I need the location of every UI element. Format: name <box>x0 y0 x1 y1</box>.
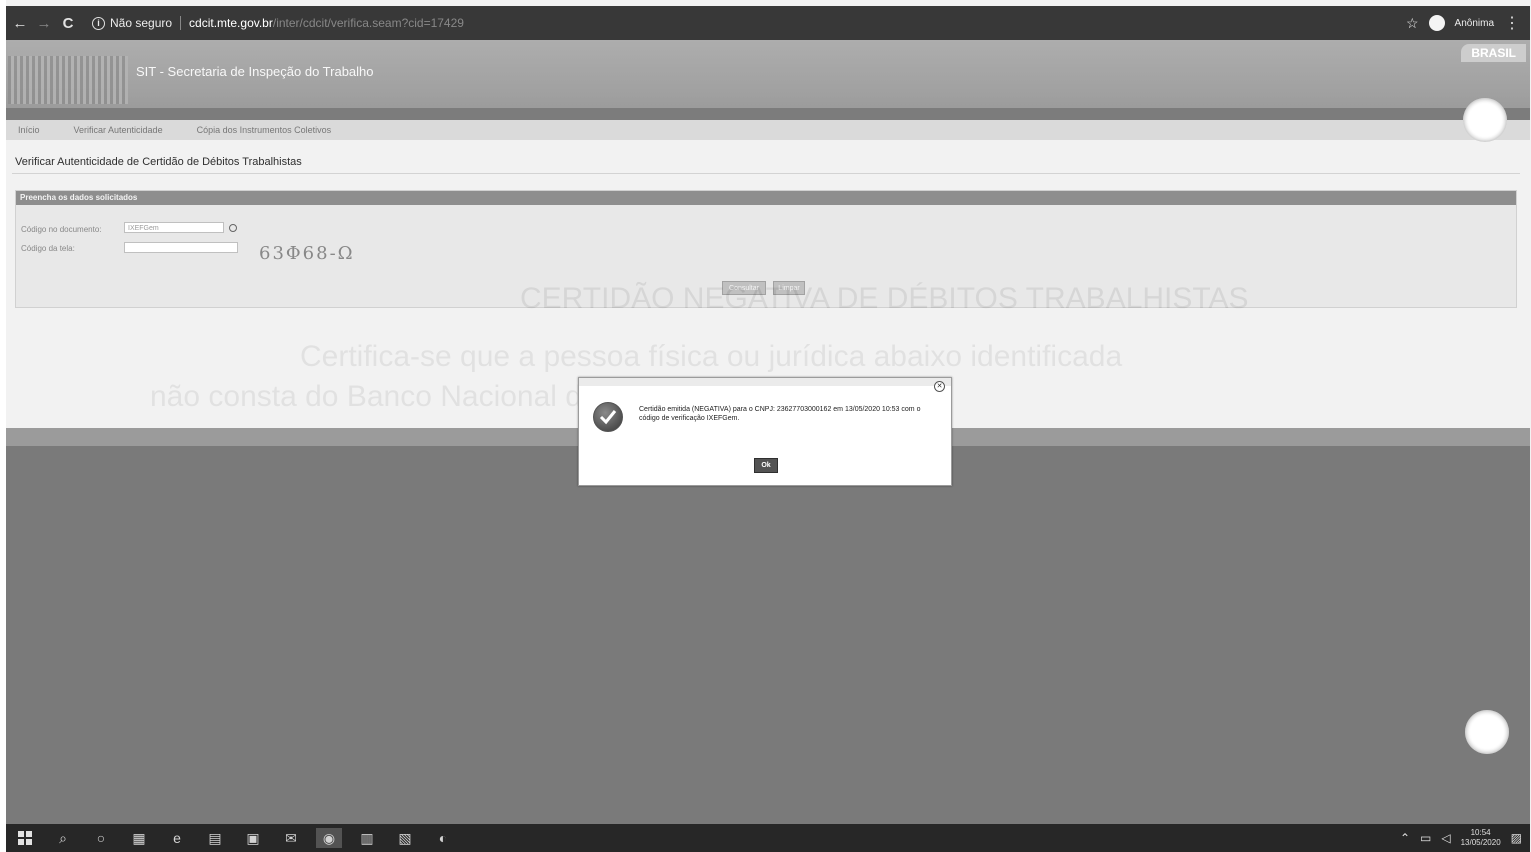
ghost-line-1: CERTIDÃO NEGATIVA DE DÉBITOS TRABALHISTA… <box>520 282 1249 315</box>
captcha-input[interactable] <box>124 242 238 253</box>
browser-toolbar: ← → C i Não seguro cdcit.mte.gov.br/inte… <box>6 6 1530 40</box>
security-label: Não seguro <box>110 16 173 30</box>
network-icon[interactable]: ▭ <box>1420 831 1431 845</box>
close-icon[interactable]: ✕ <box>934 381 945 392</box>
modal-overlay <box>6 446 1530 824</box>
clock-date: 13/05/2020 <box>1460 838 1501 847</box>
task-view-icon[interactable]: ▦ <box>126 828 152 848</box>
menu-item-copia[interactable]: Cópia dos Instrumentos Coletivos <box>197 125 332 135</box>
header-band <box>6 108 1530 120</box>
system-tray: ⌃ ▭ ◁ 10:54 13/05/2020 ▨ <box>1400 828 1522 848</box>
chrome-icon[interactable]: ◉ <box>316 828 342 848</box>
edge-browser-icon[interactable]: e <box>164 828 190 848</box>
menu-item-verificar[interactable]: Verificar Autenticidade <box>74 125 163 135</box>
ok-button[interactable]: Ok <box>754 458 778 473</box>
tray-chevron-icon[interactable]: ⌃ <box>1400 831 1410 845</box>
word-icon[interactable]: ▧ <box>392 828 418 848</box>
url-host: cdcit.mte.gov.br <box>189 16 273 30</box>
file-explorer-icon[interactable]: ▤ <box>202 828 228 848</box>
reload-button[interactable]: C <box>58 15 78 32</box>
checkmark-icon <box>593 402 623 432</box>
captcha-label: Código da tela: <box>21 244 75 253</box>
captcha-image: 63Φ68-Ω <box>259 243 355 264</box>
url-separator <box>180 16 182 30</box>
refresh-icon[interactable] <box>229 224 237 232</box>
browser-menu-icon[interactable]: ⋮ <box>1504 13 1520 33</box>
forward-button[interactable]: → <box>34 15 54 32</box>
mail-icon[interactable]: ✉ <box>278 828 304 848</box>
dialog-titlebar <box>579 378 951 386</box>
heading-divider <box>12 173 1520 174</box>
incognito-avatar-icon[interactable] <box>1428 15 1445 31</box>
cortana-icon[interactable]: ○ <box>88 828 114 848</box>
form-panel-title: Preencha os dados solicitados <box>16 191 1516 205</box>
code-label: Código no documento: <box>21 225 102 234</box>
site-title: SIT - Secretaria de Inspeção do Trabalho <box>136 64 374 79</box>
app-icon[interactable]: ◐ <box>430 828 456 848</box>
clock[interactable]: 10:54 13/05/2020 <box>1461 828 1501 848</box>
ghost-line-2: Certifica-se que a pessoa física ou jurí… <box>300 340 1123 373</box>
site-logo <box>8 56 128 104</box>
clock-time: 10:54 <box>1470 828 1491 837</box>
url-path: /inter/cdcit/verifica.seam?cid=17429 <box>272 16 464 30</box>
store-icon[interactable]: ▣ <box>240 828 266 848</box>
punch-hole-bottom <box>1465 710 1509 754</box>
bookmark-star-icon[interactable]: ☆ <box>1406 15 1419 32</box>
main-menu: Início Verificar Autenticidade Cópia dos… <box>6 120 1530 140</box>
address-bar[interactable]: cdcit.mte.gov.br/inter/cdcit/verifica.se… <box>189 16 464 30</box>
page-title: Verificar Autenticidade de Certidão de D… <box>15 156 302 168</box>
brasil-tag[interactable]: BRASIL <box>1461 44 1526 62</box>
dialog-message: Certidão emitida (NEGATIVA) para o CNPJ:… <box>639 406 921 422</box>
windows-start-icon[interactable] <box>12 828 38 848</box>
code-input[interactable]: IXEFGem <box>124 222 224 233</box>
windows-taskbar: ⌕ ○ ▦ e ▤ ▣ ✉ ◉ ▥ ▧ ◐ ⌃ ▭ ◁ 10:54 13/05/… <box>6 824 1530 852</box>
volume-icon[interactable]: ◁ <box>1441 831 1450 845</box>
info-icon: i <box>92 16 105 30</box>
confirmation-dialog: ✕ Certidão emitida (NEGATIVA) para o CNP… <box>578 377 952 486</box>
menu-item-inicio[interactable]: Início <box>18 125 40 135</box>
search-icon[interactable]: ⌕ <box>50 828 76 848</box>
site-header: BRASIL SIT - Secretaria de Inspeção do T… <box>6 40 1530 120</box>
security-indicator[interactable]: i Não seguro <box>92 16 172 30</box>
profile-label[interactable]: Anônima <box>1455 18 1494 29</box>
notifications-icon[interactable]: ▨ <box>1511 831 1522 845</box>
back-button[interactable]: ← <box>10 15 30 32</box>
punch-hole-top <box>1463 98 1507 142</box>
excel-icon[interactable]: ▥ <box>354 828 380 848</box>
